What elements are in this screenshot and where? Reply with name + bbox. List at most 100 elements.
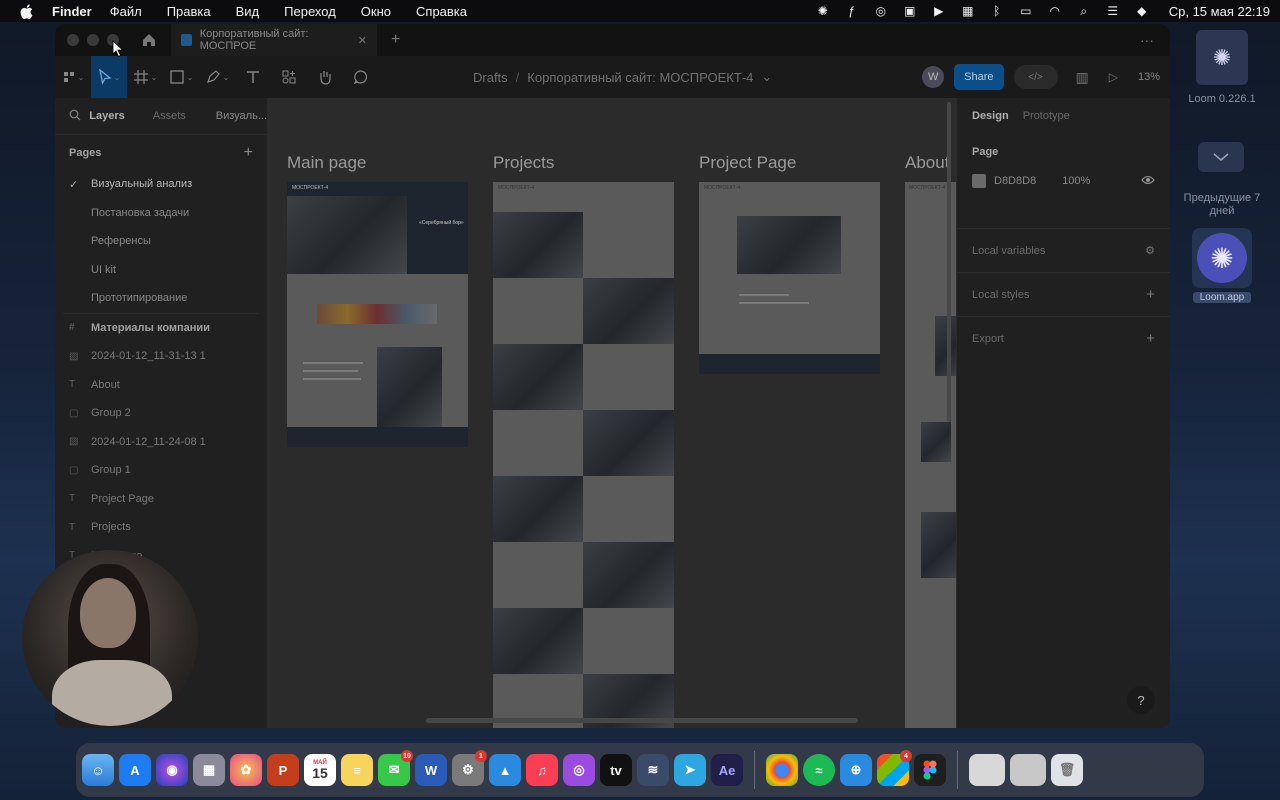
loom-status-icon[interactable]: ✺ <box>815 4 831 18</box>
figma-icon[interactable] <box>914 754 946 786</box>
messages-icon[interactable]: ✉ 10 <box>378 750 413 786</box>
control-center-icon[interactable]: ☰ <box>1105 4 1121 18</box>
variables-settings-icon[interactable]: ⚙ <box>1145 244 1155 257</box>
layer-item[interactable]: ▨ 2024-01-12_11-24-08 1 <box>55 428 267 457</box>
screen-record-icon[interactable]: ▣ <box>902 4 918 18</box>
home-icon[interactable] <box>141 32 157 48</box>
keynote-icon[interactable]: ▲ <box>489 754 521 786</box>
menu-help[interactable]: Справка <box>416 4 467 19</box>
main-menu-button[interactable]: ⌄ <box>55 56 91 98</box>
close-window-button[interactable] <box>67 34 79 46</box>
layer-item[interactable]: T About <box>55 371 267 400</box>
webcam-bubble[interactable] <box>22 550 198 726</box>
layer-item[interactable]: ▢ Group 1 <box>55 456 267 485</box>
tab-assets[interactable]: Assets <box>153 110 186 122</box>
menu-window[interactable]: Окно <box>361 4 391 19</box>
frame-label-main[interactable]: Main page <box>287 153 366 173</box>
layer-item[interactable]: # Материалы компании <box>55 314 267 343</box>
close-tab-icon[interactable]: ✕ <box>358 34 367 47</box>
frame-label-projects[interactable]: Projects <box>493 153 554 173</box>
frame-label-project-page[interactable]: Project Page <box>699 153 796 173</box>
telegram-icon[interactable]: ➤ <box>674 754 706 786</box>
apple-icon[interactable] <box>18 3 34 19</box>
help-button[interactable]: ? <box>1127 686 1155 714</box>
frame-tool-button[interactable]: ⌄ <box>127 56 163 98</box>
comment-tool-button[interactable] <box>343 56 379 98</box>
screenshot-stack-icon[interactable] <box>1010 754 1046 786</box>
photos-icon[interactable]: ✿ <box>230 754 262 786</box>
page-selector[interactable]: Визуаль... <box>216 110 267 122</box>
local-variables-section[interactable]: Local variables ⚙ <box>957 228 1170 272</box>
move-tool-button[interactable]: ⌄ <box>91 56 127 98</box>
launchpad-icon[interactable]: ▦ <box>193 754 225 786</box>
add-style-icon[interactable]: + <box>1146 286 1155 303</box>
minimize-window-button[interactable] <box>87 34 99 46</box>
apple-tv-icon[interactable]: tv <box>600 754 632 786</box>
file-name[interactable]: Корпоративный сайт: МОСПРОЕКТ-4 <box>527 70 753 85</box>
bluetooth-icon[interactable]: ᛒ <box>989 4 1005 18</box>
siri-icon[interactable]: ◉ <box>156 754 188 786</box>
calendar-icon[interactable]: МАЙ 15 <box>304 754 336 786</box>
battery-icon[interactable]: ▭ <box>1018 4 1034 18</box>
page-color-row[interactable]: D8D8D8 100% <box>972 174 1155 188</box>
keyboard-flag-icon[interactable]: ▦ <box>960 4 976 18</box>
chevron-down-icon[interactable] <box>1198 142 1244 172</box>
layer-item[interactable]: T Projects <box>55 513 267 542</box>
trash-icon[interactable]: 🗑 <box>1051 754 1083 786</box>
tab-layers[interactable]: Layers <box>89 110 124 122</box>
microsoft-icon[interactable]: 4 <box>877 750 912 786</box>
shape-tool-button[interactable]: ⌄ <box>163 56 199 98</box>
tab-prototype[interactable]: Prototype <box>1023 110 1070 122</box>
audio-icon[interactable]: ≋ <box>637 754 669 786</box>
finder-icon[interactable]: ☺ <box>82 754 114 786</box>
tab-design[interactable]: Design <box>972 110 1009 122</box>
breadcrumb-drafts[interactable]: Drafts <box>473 70 508 85</box>
downloads-stack-icon[interactable] <box>969 754 1005 786</box>
eye-icon[interactable] <box>1141 175 1155 188</box>
dev-mode-toggle[interactable]: </> <box>1013 65 1058 89</box>
add-export-icon[interactable]: + <box>1146 330 1155 347</box>
menu-go[interactable]: Переход <box>284 4 336 19</box>
text-tool-button[interactable] <box>235 56 271 98</box>
new-tab-button[interactable]: + <box>391 31 400 49</box>
frame-main-page[interactable]: МОСПРОЕКТ-4 «Серебряный бор» <box>287 182 468 447</box>
spotlight-icon[interactable]: ⌕ <box>1076 4 1092 18</box>
chrome-icon[interactable] <box>766 754 798 786</box>
pen-tool-button[interactable]: ⌄ <box>199 56 235 98</box>
loom-app-label[interactable]: Loom.app <box>1193 292 1251 303</box>
menu-file[interactable]: Файл <box>110 4 142 19</box>
spotify-icon[interactable]: ≈ <box>803 754 835 786</box>
podcasts-icon[interactable]: ◎ <box>563 754 595 786</box>
hand-tool-button[interactable] <box>307 56 343 98</box>
share-button[interactable]: Share <box>954 64 1004 90</box>
play-status-icon[interactable]: ▶ <box>931 4 947 18</box>
menu-view[interactable]: Вид <box>236 4 260 19</box>
word-icon[interactable]: W <box>415 754 447 786</box>
file-tab[interactable]: Корпоративный сайт: МОСПРОЕ ✕ <box>171 24 377 56</box>
page-item[interactable]: UI kit <box>55 256 267 285</box>
page-color-swatch[interactable] <box>972 174 986 188</box>
library-icon[interactable]: ▥ <box>1076 69 1089 86</box>
page-item[interactable]: Прототипирование <box>55 284 267 313</box>
loom-installer-icon[interactable]: ✺ <box>1196 30 1248 85</box>
system-settings-icon[interactable]: ⚙ 1 <box>452 750 487 786</box>
frame-label-about[interactable]: About <box>905 153 949 173</box>
app-store-icon[interactable]: A <box>119 754 151 786</box>
page-color-hex[interactable]: D8D8D8 <box>994 175 1036 187</box>
powerpoint-icon[interactable]: P <box>267 754 299 786</box>
notes-icon[interactable]: ≡ <box>341 754 373 786</box>
music-icon[interactable]: ♫ <box>526 754 558 786</box>
more-options-icon[interactable]: ··· <box>1140 32 1154 48</box>
wifi-icon[interactable]: ◠ <box>1047 4 1063 18</box>
frame-projects[interactable]: МОСПРОЕКТ-4 <box>493 182 674 728</box>
page-item[interactable]: Постановка задачи <box>55 199 267 228</box>
present-icon[interactable]: ▷ <box>1109 70 1118 84</box>
page-item[interactable]: Референсы <box>55 227 267 256</box>
menu-edit[interactable]: Правка <box>167 4 211 19</box>
after-effects-icon[interactable]: Ae <box>711 754 743 786</box>
figma-status-icon[interactable]: ƒ <box>844 4 860 18</box>
loom-app-icon[interactable]: ✺ <box>1192 228 1252 288</box>
menu-clock[interactable]: Ср, 15 мая 22:19 <box>1169 4 1270 19</box>
menu-app-name[interactable]: Finder <box>52 4 92 19</box>
creative-cloud-icon[interactable]: ◎ <box>873 4 889 18</box>
